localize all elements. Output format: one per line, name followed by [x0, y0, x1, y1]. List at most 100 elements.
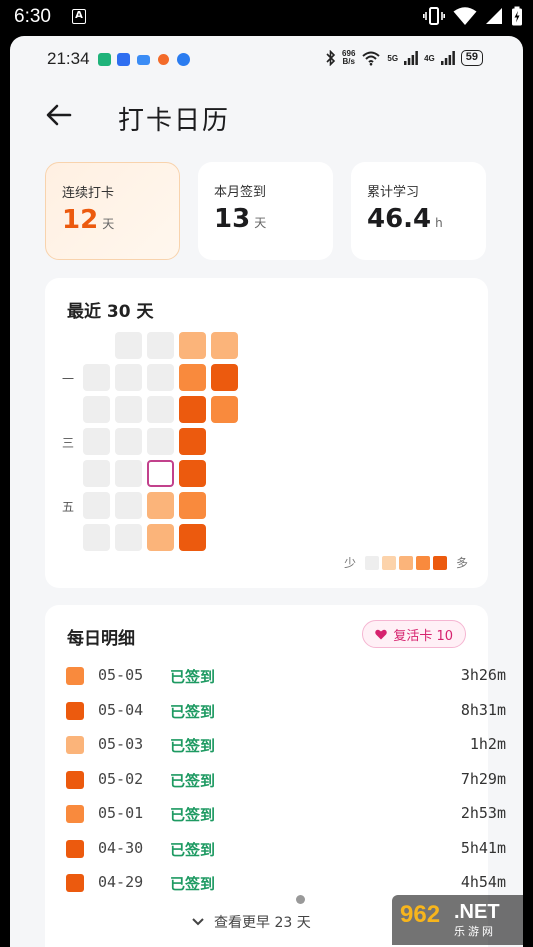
detail-row[interactable]: 05-03 已签到 1h2m [45, 728, 506, 762]
heatmap-cell-today[interactable] [147, 460, 174, 487]
stat-unit: 天 [102, 217, 115, 231]
page-title: 打卡日历 [118, 106, 231, 136]
row-status: 已签到 [170, 668, 216, 686]
inner-status-bar: 21:34 696 B/s 5G 4G 59 [10, 36, 523, 84]
heatmap-cell[interactable] [83, 492, 110, 519]
row-date: 05-01 [98, 804, 144, 822]
vibrate-icon [423, 7, 445, 25]
heatmap-cell[interactable] [115, 364, 142, 391]
weekday-label: 一 [62, 372, 75, 386]
net-type-2: 4G [424, 53, 435, 63]
detail-row[interactable]: 05-04 已签到 8h31m [45, 694, 506, 728]
heatmap-cell[interactable] [179, 492, 206, 519]
row-date: 05-03 [98, 735, 144, 753]
row-duration: 8h31m [460, 700, 506, 719]
heatmap-cell[interactable] [147, 364, 174, 391]
app-notification-icon: A [72, 9, 86, 24]
row-duration: 3h26m [460, 666, 506, 684]
heatmap-cell[interactable] [115, 492, 142, 519]
chevron-down-icon [192, 918, 204, 926]
heatmap-cell[interactable] [147, 396, 174, 423]
heatmap-cell[interactable] [179, 428, 206, 455]
level-swatch [66, 701, 84, 720]
wifi-icon [453, 7, 477, 25]
detail-title: 每日明细 [67, 629, 135, 649]
heatmap-cell[interactable] [83, 460, 110, 487]
heatmap-cell[interactable] [115, 332, 142, 359]
level-swatch [66, 770, 84, 789]
heatmap-cell[interactable] [179, 332, 206, 359]
row-date: 05-05 [98, 666, 144, 684]
bluetooth-icon [326, 50, 336, 66]
heatmap-cell[interactable] [147, 524, 174, 551]
heatmap-cell[interactable] [115, 428, 142, 455]
detail-row[interactable]: 05-05 已签到 3h26m [45, 659, 506, 693]
system-status-bar: 6:30 A [0, 0, 533, 36]
detail-row[interactable]: 04-30 已签到 5h41m [45, 832, 506, 866]
heart-icon [375, 629, 388, 639]
stat-value: 12 天 [62, 205, 115, 235]
detail-row[interactable]: 05-02 已签到 7h29m [45, 763, 506, 797]
heatmap-cell[interactable] [83, 524, 110, 551]
stat-unit: h [435, 216, 443, 230]
row-duration: 1h2m [469, 735, 506, 753]
stat-value: 13 天 [214, 204, 267, 234]
level-swatch [66, 805, 84, 823]
heatmap-cell[interactable] [83, 364, 110, 391]
revive-card-label: 复活卡 10 [393, 628, 453, 644]
heatmap-cell[interactable] [211, 364, 238, 391]
watermark-sub: 乐游网 [454, 925, 496, 938]
heatmap-cell[interactable] [211, 332, 238, 359]
inner-signal-icon-1 [404, 51, 418, 65]
heatmap-cell[interactable] [179, 460, 206, 487]
heatmap-cell[interactable] [115, 524, 142, 551]
stat-label: 连续打卡 [62, 186, 115, 201]
view-more-button[interactable]: 查看更早 23 天 [192, 912, 311, 932]
row-date: 04-30 [98, 838, 144, 857]
detail-row[interactable]: 05-01 已签到 2h53m [45, 797, 506, 831]
heatmap-card: 最近 30 天 一三五 少 多 [45, 278, 488, 588]
stat-card-month: 本月签到 13 天 [198, 162, 333, 260]
stat-unit: 天 [254, 216, 267, 230]
scroll-indicator-dot [296, 895, 305, 904]
legend-swatches [364, 555, 447, 570]
stat-label: 累计学习 [367, 185, 420, 200]
heatmap-cell[interactable] [147, 332, 174, 359]
heatmap-cell[interactable] [83, 428, 110, 455]
stat-card-total: 累计学习 46.4 h [351, 162, 486, 260]
legend-swatch [381, 555, 396, 570]
heatmap-cell[interactable] [147, 428, 174, 455]
app-screen: 21:34 696 B/s 5G 4G 59 打卡日历 连续打卡 12 天 本月签到… [10, 36, 523, 947]
row-duration: 2h53m [460, 804, 506, 822]
notification-icon-2 [117, 53, 130, 66]
row-status: 已签到 [170, 771, 216, 790]
heatmap-cell[interactable] [115, 396, 142, 423]
heatmap-legend: 少 多 [344, 554, 468, 571]
back-arrow-icon[interactable] [46, 104, 72, 126]
heatmap-cell[interactable] [83, 396, 110, 423]
battery-icon [512, 6, 522, 26]
level-swatch [66, 839, 84, 858]
row-duration: 7h29m [460, 769, 506, 788]
row-status: 已签到 [170, 737, 216, 755]
message-notification-icon [177, 53, 190, 66]
heatmap-cell[interactable] [179, 396, 206, 423]
inner-battery: 59 [460, 50, 483, 66]
inner-time: 21:34 [47, 49, 90, 68]
heatmap-cell[interactable] [115, 460, 142, 487]
row-status: 已签到 [170, 702, 216, 721]
stat-label: 本月签到 [214, 185, 267, 200]
heatmap-cell[interactable] [179, 524, 206, 551]
legend-swatch [364, 555, 379, 570]
row-date: 05-02 [98, 769, 144, 788]
page-header: 打卡日历 [10, 92, 523, 138]
legend-min-label: 少 [343, 556, 356, 570]
heatmap-cell[interactable] [211, 396, 238, 423]
system-time: 6:30 [14, 6, 51, 27]
site-watermark: 962 .NET 乐游网 [392, 895, 532, 945]
net-speed: 696 B/s [342, 49, 356, 66]
heatmap-cell[interactable] [147, 492, 174, 519]
watermark-net: .NET [454, 901, 500, 923]
revive-card-badge[interactable]: 复活卡 10 [362, 620, 466, 648]
heatmap-cell[interactable] [179, 364, 206, 391]
